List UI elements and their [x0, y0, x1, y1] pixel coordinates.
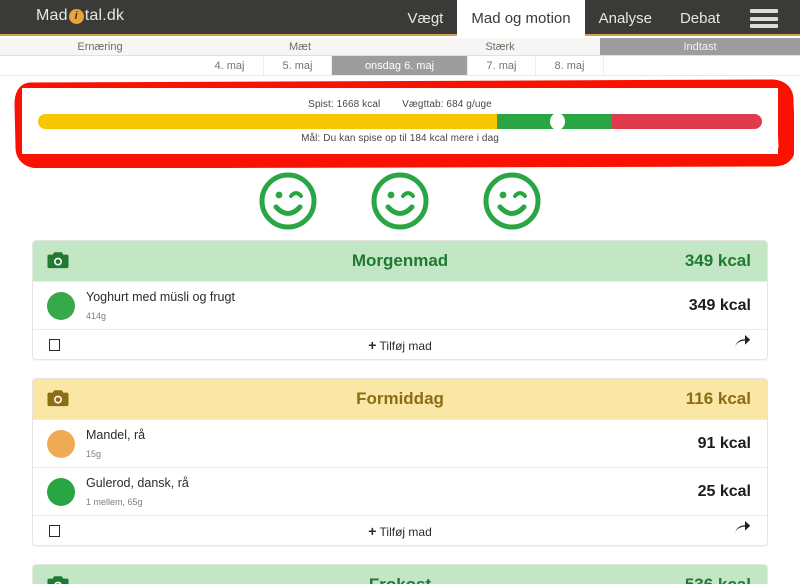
meal-total-kcal: 116 kcal: [685, 389, 751, 408]
meal-select-checkbox[interactable]: [49, 338, 60, 351]
goal-label: Mål: Du kan spise op til 184 kcal mere i…: [301, 132, 499, 144]
food-item-name: Yoghurt med müsli og frugt: [86, 289, 235, 304]
calorie-progress-bar[interactable]: [38, 112, 762, 130]
add-food-button[interactable]: + Tilføj mad: [368, 523, 432, 539]
meal-card: Frokost536 kcal: [32, 564, 768, 584]
meal-title: Morgenmad: [351, 251, 449, 270]
date-selector: 4. maj 5. maj onsdag 6. maj 7. maj 8. ma…: [0, 56, 800, 76]
food-item-info: Yoghurt med müsli og frugt 414g: [86, 288, 689, 324]
meal-total-kcal: 349 kcal: [684, 251, 751, 270]
meal-card-footer: + Tilføj mad: [33, 329, 767, 359]
food-health-dot-icon: [47, 477, 75, 506]
hamburger-bar-2: [750, 16, 778, 21]
summary-top-line: Spist: 1668 kcal Vægttab: 684 g/uge: [308, 99, 492, 110]
meal-card: Morgenmad 349 kcal Yoghurt med müsli og fr…: [32, 240, 768, 360]
date-tab-5-maj[interactable]: 5. maj: [264, 56, 332, 75]
meal-title: Frokost: [33, 575, 767, 584]
meal-share-button[interactable]: [734, 334, 751, 355]
date-tab-8-maj[interactable]: 8. maj: [536, 56, 604, 75]
date-tab-4-maj[interactable]: 4. maj: [196, 56, 264, 75]
hamburger-bar-1: [750, 9, 778, 13]
smiley-winking-icon-1[interactable]: [257, 170, 319, 232]
top-navigation-bar: Mad i tal.dk Vægt Mad og motion Analyse De…: [0, 0, 800, 36]
primary-nav: Vægt Mad og motion Analyse Debat: [394, 0, 735, 36]
smiley-winking-icon-3[interactable]: [481, 170, 543, 232]
food-item-amount: 414g: [86, 310, 107, 321]
meal-card-header: Morgenmad 349 kcal: [33, 241, 767, 281]
nav-item-debat[interactable]: Debat: [666, 0, 734, 36]
meal-card-header: Frokost536 kcal: [33, 565, 767, 584]
camera-icon[interactable]: [47, 251, 69, 270]
subnav-item-ernaering[interactable]: Ernæring: [0, 38, 200, 55]
logo-text-pre: Mad: [36, 7, 68, 24]
share-forward-icon[interactable]: [734, 334, 751, 350]
meal-select-checkbox[interactable]: [49, 524, 60, 537]
meal-title: Formiddag: [356, 389, 444, 408]
subnav-item-maet[interactable]: Mæt: [200, 38, 400, 55]
subnav-item-staerk[interactable]: Stærk: [400, 38, 600, 55]
meal-share-button[interactable]: [734, 520, 751, 541]
food-item-kcal: 349 kcal: [688, 296, 751, 314]
food-item-kcal: 91 kcal: [697, 434, 751, 452]
hamburger-menu-icon[interactable]: [750, 9, 778, 28]
food-item-name: Mandel, rå: [86, 427, 146, 442]
daily-summary-panel: Spist: 1668 kcal Vægttab: 684 g/uge Mål:…: [22, 88, 778, 154]
app-root: Mad i tal.dk Vægt Mad og motion Analyse De…: [0, 0, 800, 584]
camera-icon[interactable]: [47, 389, 69, 408]
food-item-row[interactable]: Mandel, rå 15g 91 kcal: [33, 419, 767, 467]
food-item-info: Gulerod, dansk, rå 1 mellem, 65g: [86, 474, 698, 510]
camera-icon[interactable]: [47, 575, 69, 584]
food-item-amount: 15g: [86, 448, 102, 459]
progress-segment-over: [612, 113, 762, 129]
meal-photo-button[interactable]: [47, 389, 69, 413]
food-item-row[interactable]: Yoghurt med müsli og frugt 414g 349 kcal: [33, 281, 767, 329]
logo-info-badge-icon: i: [68, 8, 84, 24]
weightloss-label: Vægttab: 684 g/uge: [402, 98, 492, 110]
food-item-amount: 1 mellem, 65g: [86, 496, 143, 507]
meal-photo-button[interactable]: [47, 251, 69, 275]
food-health-dot-icon: [47, 429, 75, 458]
nav-item-analyse[interactable]: Analyse: [585, 0, 666, 36]
food-item-name: Gulerod, dansk, rå: [86, 475, 189, 490]
meal-photo-button[interactable]: [47, 575, 69, 584]
date-tab-onsdag-6-maj[interactable]: onsdag 6. maj: [332, 56, 468, 75]
food-health-dot-icon: [47, 291, 75, 320]
date-tab-7-maj[interactable]: 7. maj: [468, 56, 536, 75]
progress-segment-eaten: [38, 113, 498, 129]
add-food-button[interactable]: + Tilføj mad: [368, 337, 432, 353]
nav-item-mad-og-motion[interactable]: Mad og motion: [457, 0, 585, 36]
meal-total-kcal: 536 kcal: [685, 575, 751, 584]
smiley-winking-icon-2[interactable]: [369, 170, 431, 232]
logo-text-post: tal.dk: [84, 7, 125, 24]
smiley-rating-row: [0, 170, 800, 232]
share-forward-icon[interactable]: [734, 520, 751, 536]
subnav-item-indtast[interactable]: Indtast: [600, 38, 800, 55]
meal-card-footer: + Tilføj mad: [33, 515, 767, 545]
eaten-kcal-label: Spist: 1668 kcal: [308, 98, 381, 110]
progress-marker-handle[interactable]: [550, 112, 566, 130]
food-item-info: Mandel, rå 15g: [86, 426, 698, 462]
food-item-kcal: 25 kcal: [697, 482, 751, 500]
secondary-nav: Ernæring Mæt Stærk Indtast: [0, 38, 800, 56]
food-item-row[interactable]: Gulerod, dansk, rå 1 mellem, 65g 25 kcal: [33, 467, 767, 515]
progress-bar-track: [38, 113, 762, 129]
meal-card-list: Morgenmad 349 kcal Yoghurt med müsli og fr…: [0, 240, 800, 584]
meal-card: Formiddag 116 kcal Mandel, rå 15g 91 kcal Gul…: [32, 378, 768, 546]
nav-item-vaegt[interactable]: Vægt: [394, 0, 458, 36]
site-logo[interactable]: Mad i tal.dk: [36, 7, 124, 25]
hamburger-bar-3: [750, 24, 778, 28]
meal-card-header: Formiddag 116 kcal: [33, 379, 767, 419]
